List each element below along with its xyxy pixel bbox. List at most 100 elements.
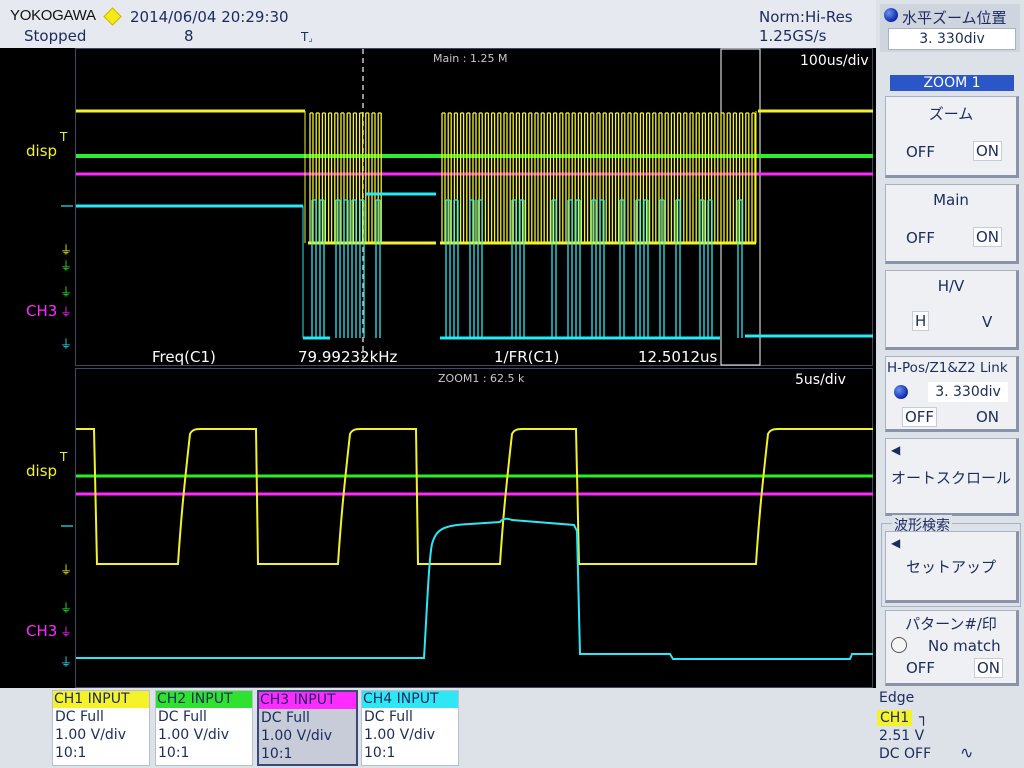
trigger-position-icon: T⌟ (301, 30, 313, 44)
autoscroll-softkey[interactable]: ◀ オートスクロール (885, 438, 1019, 516)
ch1-burst-main (309, 112, 756, 243)
ch1-scale: 1.00 V/div (55, 727, 126, 743)
ch3-marker-main: CH3 (26, 302, 58, 320)
autoscroll-label: オートスクロール (890, 469, 1011, 487)
trigger-level: 2.51 V (879, 728, 925, 744)
link-jog-knob-icon (894, 385, 908, 399)
ch3-scale: 1.00 V/div (261, 728, 332, 744)
ch2-name: CH2 INPUT (156, 691, 252, 708)
main-window-label: Main : 1.25 M (433, 52, 508, 65)
pattern-knob-icon (891, 637, 907, 653)
link-on-option[interactable]: ON (976, 408, 999, 426)
ch1-trace-zoom (76, 428, 873, 565)
main-on-option[interactable]: ON (973, 227, 1003, 247)
hv-title: H/V (937, 277, 965, 295)
pattern-off-option[interactable]: OFF (906, 659, 935, 677)
hv-softkey[interactable]: H/V H V (885, 270, 1019, 350)
main-off-option[interactable]: OFF (906, 229, 935, 247)
ch2-ground-icon-zoom: ⏚ (60, 601, 73, 615)
trigger-type: Edge (879, 690, 915, 706)
zoom-time-div: 5us/div (795, 372, 846, 388)
ch3-coupling: DC Full (261, 710, 310, 726)
zoom-position-header: 水平ズーム位置 3. 330div (880, 4, 1020, 52)
ch2-ground-icon: ⏚ (60, 259, 73, 273)
setup-label: セットアップ (905, 558, 996, 576)
main-toggle-title: Main (933, 191, 969, 209)
ch1-trigger-level-icon: T (60, 130, 68, 144)
ch3-marker-zoom: CH3 (26, 622, 58, 640)
sample-rate: 1.25GS/s (759, 27, 827, 45)
setup-arrow-icon: ◀ (891, 536, 901, 550)
zoom1-tab-label: ZOOM 1 (923, 75, 981, 91)
pattern-title: パターン#/印 (905, 615, 997, 633)
ch4-trace-zoom (76, 517, 873, 660)
ch4-scale: 1.00 V/div (364, 727, 435, 743)
rising-edge-icon: ┐ (919, 708, 929, 726)
link-off-option[interactable]: OFF (902, 407, 938, 427)
main-toggle-softkey[interactable]: Main OFF ON (885, 184, 1019, 264)
brand-diamond-icon (103, 7, 122, 26)
trigger-coupling: DC OFF (879, 746, 932, 762)
ch2-coupling: DC Full (158, 709, 207, 725)
ch1-ground-icon: ⏚ (60, 243, 73, 257)
pattern-on-option[interactable]: ON (974, 658, 1004, 678)
ch2-scale: 1.00 V/div (158, 727, 229, 743)
pattern-status: No match (928, 637, 1001, 655)
measure-period-value: 12.5012us (638, 348, 718, 366)
brand-logo: YOKOGAWA (10, 7, 96, 24)
disp-marker-zoom: disp (26, 462, 58, 480)
ch2-probe: 10:1 (158, 745, 190, 761)
ch1-trigger-level-icon-zoom: T (60, 450, 68, 464)
ch4-ground-icon: ⏚ (60, 337, 73, 351)
zoom-off-option[interactable]: OFF (906, 143, 935, 161)
ch2-info[interactable]: CH2 INPUT DC Full 1.00 V/div 10:1 (155, 690, 253, 766)
acquisition-mode: Norm:Hi-Res (759, 8, 853, 26)
ch3-name: CH3 INPUT (259, 692, 356, 709)
setup-softkey[interactable]: ◀ セットアップ (885, 531, 1019, 603)
measure-freq-value: 79.99232kHz (298, 348, 398, 366)
ch4-ground-icon-zoom: ⏚ (60, 655, 73, 669)
submenu-arrow-icon: ◀ (891, 443, 901, 457)
waveform-screen[interactable]: Main : 1.25 M 100us/div ZOOM1 : 62.5 k 5… (0, 48, 876, 688)
ch1-info[interactable]: CH1 INPUT DC Full 1.00 V/div 10:1 (52, 690, 150, 766)
measure-period-label: 1/FR(C1) (494, 348, 560, 366)
hv-v-option[interactable]: V (982, 313, 992, 331)
trigger-source[interactable]: CH1 (877, 710, 913, 726)
run-state: Stopped (24, 27, 87, 45)
ch3-ground-icon: ⏚ (60, 305, 73, 319)
acquisition-count: 8 (184, 27, 194, 45)
waveform-traces (61, 48, 873, 660)
ch2-ground-icon-2: ⏚ (60, 285, 73, 299)
hv-h-option[interactable]: H (912, 311, 930, 331)
softkey-panel: 水平ズーム位置 3. 330div ZOOM 1 ズーム OFF ON Main… (876, 0, 1024, 688)
ch3-probe: 10:1 (261, 746, 293, 762)
ch1-ground-icon-zoom: ⏚ (60, 563, 73, 577)
status-bar: YOKOGAWA 2014/06/04 20:29:30 Stopped 8 T… (0, 0, 876, 48)
ch1-probe: 10:1 (55, 745, 87, 761)
channel-bar: CH1 INPUT DC Full 1.00 V/div 10:1 CH2 IN… (0, 688, 1024, 768)
jog-knob-icon (884, 8, 898, 22)
ch3-info[interactable]: CH3 INPUT DC Full 1.00 V/div 10:1 (257, 690, 358, 766)
ch4-info[interactable]: CH4 INPUT DC Full 1.00 V/div 10:1 (361, 690, 459, 766)
ch4-name: CH4 INPUT (362, 691, 458, 708)
ch1-coupling: DC Full (55, 709, 104, 725)
ch3-ground-icon-zoom: ⏚ (60, 625, 73, 639)
hpos-link-value[interactable]: 3. 330div (928, 382, 1008, 402)
zoom-position-value[interactable]: 3. 330div (888, 28, 1016, 50)
measure-freq-label: Freq(C1) (152, 348, 216, 366)
zoom-toggle-softkey[interactable]: ズーム OFF ON (885, 96, 1019, 178)
ch1-name: CH1 INPUT (53, 691, 149, 708)
disp-marker-main: disp (26, 142, 58, 160)
hpos-link-title: H-Pos/Z1&Z2 Link (887, 360, 1008, 376)
ch4-probe: 10:1 (364, 745, 396, 761)
zoom-toggle-title: ズーム (928, 105, 974, 123)
ch4-coupling: DC Full (364, 709, 413, 725)
pattern-softkey[interactable]: パターン#/印 No match OFF ON (885, 610, 1019, 686)
zoom-position-title: 水平ズーム位置 (902, 9, 1007, 27)
hf-reject-icon: ∿ (960, 743, 974, 762)
zoom1-tab[interactable]: ZOOM 1 (890, 75, 1014, 91)
hpos-link-softkey[interactable]: H-Pos/Z1&Z2 Link 3. 330div OFF ON (885, 356, 1019, 432)
datetime: 2014/06/04 20:29:30 (130, 8, 289, 26)
zoom-on-option[interactable]: ON (973, 141, 1003, 161)
main-time-div: 100us/div (800, 53, 869, 69)
